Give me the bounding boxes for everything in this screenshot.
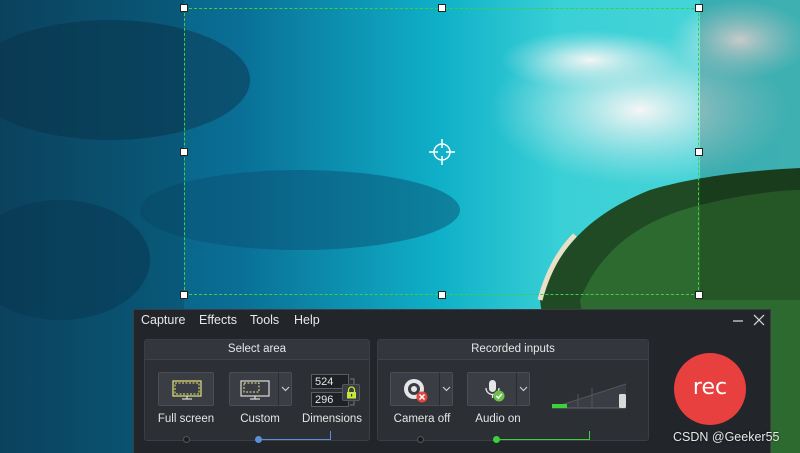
chevron-down-icon: [442, 386, 451, 392]
selection-indicator-tick: [330, 431, 331, 440]
chevron-down-icon: [519, 386, 528, 392]
menu-capture[interactable]: Capture: [141, 313, 185, 327]
dimensions-label: Dimensions: [301, 413, 363, 425]
full-screen-label: Full screen: [157, 413, 215, 425]
custom-area-icon: [240, 380, 270, 400]
close-icon[interactable]: [751, 312, 767, 328]
custom-area-dropdown[interactable]: [278, 372, 292, 406]
resize-handle-top-left[interactable]: [180, 4, 188, 12]
resize-handle-top-right[interactable]: [695, 4, 703, 12]
audio-indicator-line: [500, 439, 589, 440]
audio-indicator-tick: [589, 431, 590, 440]
camera-dropdown[interactable]: [439, 372, 453, 406]
audio-volume-slider[interactable]: [550, 382, 630, 412]
recorded-inputs-group: Recorded inputs Camera off Audio on: [377, 339, 649, 443]
resize-handle-bottom-right[interactable]: [695, 291, 703, 299]
recorded-inputs-header: Recorded inputs: [378, 340, 648, 360]
chevron-down-icon: [281, 386, 290, 392]
menu-effects[interactable]: Effects: [199, 313, 237, 327]
audio-toggle-button[interactable]: [467, 372, 517, 406]
resize-handle-bottom[interactable]: [438, 291, 446, 299]
camera-off-icon: [404, 379, 428, 403]
minimize-icon[interactable]: [730, 312, 746, 328]
menu-help[interactable]: Help: [294, 313, 320, 327]
camera-indicator: [417, 436, 424, 443]
audio-dropdown[interactable]: [516, 372, 530, 406]
select-area-header: Select area: [145, 340, 369, 360]
audio-label: Audio on: [475, 413, 521, 425]
lock-aspect-toggle[interactable]: [342, 384, 360, 401]
full-screen-indicator: [183, 436, 190, 443]
camera-label: Camera off: [393, 413, 451, 425]
watermark-text: CSDN @Geeker55: [673, 430, 780, 444]
menu-bar: Capture Effects Tools Help: [134, 310, 770, 332]
menu-tools[interactable]: Tools: [250, 313, 279, 327]
select-area-group: Select area Full screen Custom 524 296 D…: [144, 339, 370, 443]
microphone-icon: [485, 380, 505, 402]
resize-handle-right[interactable]: [695, 148, 703, 156]
full-screen-icon: [172, 380, 202, 400]
full-screen-button[interactable]: [158, 372, 214, 406]
resize-handle-left[interactable]: [180, 148, 188, 156]
resize-handle-top[interactable]: [438, 4, 446, 12]
record-button[interactable]: rec: [674, 353, 746, 425]
lock-icon: [347, 386, 356, 399]
move-crosshair-icon[interactable]: [428, 138, 456, 166]
resize-handle-bottom-left[interactable]: [180, 291, 188, 299]
custom-indicator: [255, 436, 262, 443]
custom-label: Custom: [240, 413, 280, 425]
camera-toggle-button[interactable]: [390, 372, 440, 406]
selection-indicator-line: [262, 439, 330, 440]
custom-area-button[interactable]: [229, 372, 279, 406]
audio-indicator: [493, 436, 500, 443]
volume-level-meter: [551, 383, 627, 409]
